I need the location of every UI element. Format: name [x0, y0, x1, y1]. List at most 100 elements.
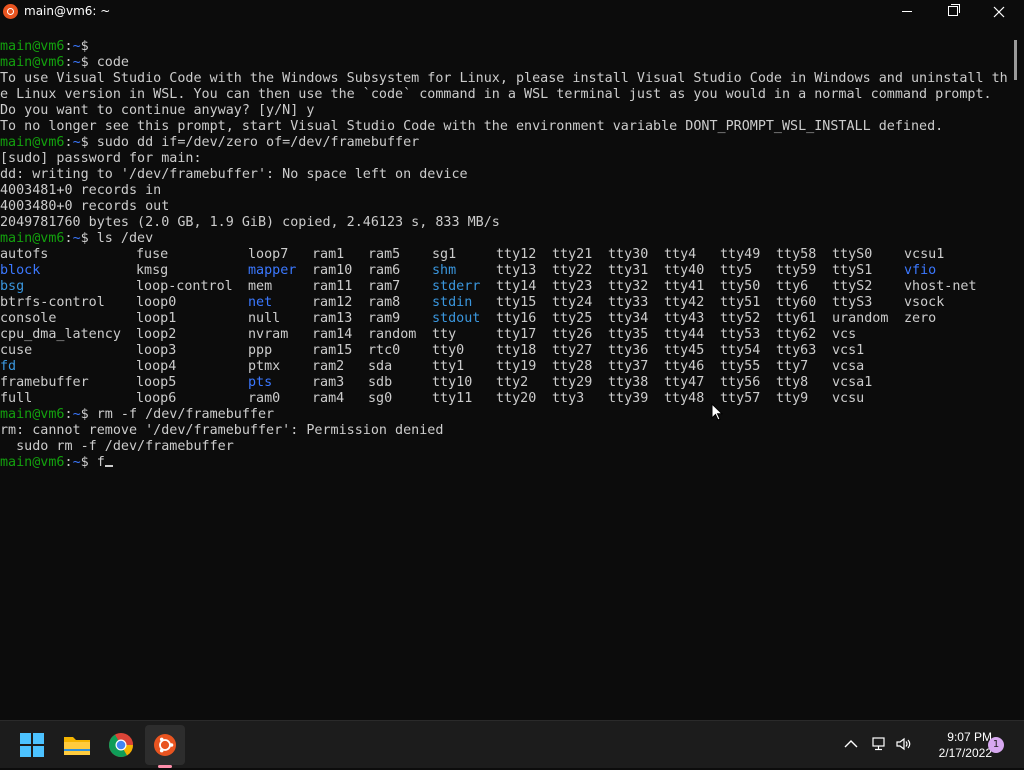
chrome-button[interactable]	[101, 725, 141, 765]
ls-entry: tty32	[608, 279, 649, 294]
ls-entry: tty8	[776, 375, 809, 390]
ls-entry: tty15	[496, 295, 537, 310]
ls-entry: tty35	[608, 327, 649, 342]
prompt-line: main@vm6:~$ rm -f /dev/framebuffer	[0, 407, 1012, 423]
text-cursor	[104, 465, 113, 467]
output-text: e Linux version in WSL. You can then use…	[0, 87, 992, 102]
ls-row: console loop1 null ram13 ram9 stdout tty16 tty2…	[0, 311, 1012, 327]
file-explorer-button[interactable]	[57, 725, 97, 765]
ls-entry: sdb	[368, 375, 393, 390]
ls-entry: console	[0, 311, 57, 326]
close-button[interactable]	[976, 0, 1022, 24]
prompt-line: main@vm6:~$ f	[0, 455, 1012, 471]
ls-entry: tty17	[496, 327, 537, 342]
scrollbar-thumb[interactable]	[1014, 40, 1017, 80]
command-text: f	[88, 455, 105, 470]
ls-entry: tty27	[552, 343, 593, 358]
terminal-line: 4003481+0 records in	[0, 183, 1012, 199]
ls-entry: tty5	[720, 263, 753, 278]
ls-entry: sda	[368, 359, 393, 374]
ls-entry: tty42	[664, 295, 705, 310]
command-text: code	[88, 55, 129, 70]
ls-entry: vcsu1	[904, 247, 945, 262]
title-bar[interactable]: main@vm6: ~	[0, 0, 1024, 24]
ls-entry: ram4	[312, 391, 345, 406]
windows-logo-icon	[20, 733, 44, 757]
ls-entry: tty	[432, 327, 457, 342]
ls-entry: nvram	[248, 327, 289, 342]
mouse-pointer-icon	[711, 403, 723, 421]
volume-icon[interactable]	[895, 735, 913, 753]
ls-entry: tty7	[776, 359, 809, 374]
ls-entry: tty54	[720, 343, 761, 358]
ls-entry: tty62	[776, 327, 817, 342]
output-text: Do you want to continue anyway? [y/N] y	[0, 103, 315, 118]
ubuntu-terminal-button[interactable]	[145, 725, 185, 765]
ls-entry: tty28	[552, 359, 593, 374]
ls-entry: framebuffer	[0, 375, 89, 390]
ls-entry: tty13	[496, 263, 537, 278]
ubuntu-icon	[154, 734, 176, 756]
ls-entry: tty33	[608, 295, 649, 310]
ls-entry: loop4	[136, 359, 177, 374]
minimize-icon	[902, 11, 912, 12]
ls-entry: fd	[0, 359, 17, 374]
prompt-symbol: $	[80, 55, 89, 70]
prompt-separator: :	[64, 455, 73, 470]
prompt-line: main@vm6:~$ ls /dev	[0, 231, 1012, 247]
ls-entry: bsg	[0, 279, 25, 294]
ls-entry: tty45	[664, 343, 705, 358]
maximize-button[interactable]	[930, 0, 976, 24]
network-icon[interactable]	[870, 735, 888, 753]
close-icon	[993, 6, 1005, 18]
output-text: To no longer see this prompt, start Visu…	[0, 119, 944, 134]
ls-entry: sg1	[432, 247, 457, 262]
ls-row: cpu_dma_latency loop2 nvram ram14 random tty t…	[0, 327, 1012, 343]
prompt-separator: :	[64, 407, 73, 422]
prompt-symbol: $	[80, 135, 89, 150]
ls-entry: ram13	[312, 311, 353, 326]
terminal-output[interactable]: main@vm6:~$ main@vm6:~$ code To use Visual…	[0, 39, 1012, 719]
ls-entry: tty60	[776, 295, 817, 310]
output-text: 4003480+0 records out	[0, 199, 170, 214]
terminal-window: main@vm6: ~ main@vm6:~$ main@vm6:~$ code T…	[0, 0, 1024, 720]
ls-entry: ttyS3	[832, 295, 873, 310]
scrollbar[interactable]	[1012, 24, 1024, 720]
ls-entry: tty21	[552, 247, 593, 262]
start-button[interactable]	[12, 725, 52, 765]
ls-entry: tty41	[664, 279, 705, 294]
ls-entry: tty37	[608, 359, 649, 374]
ls-entry: ram0	[248, 391, 281, 406]
ls-row: autofs fuse loop7 ram1 ram5 sg1 tty12 tty21 tty3…	[0, 247, 1012, 263]
ls-entry: ram11	[312, 279, 353, 294]
prompt-path: ~	[72, 39, 81, 54]
ls-row: framebuffer loop5 pts ram3 sdb tty10 tty2 tty29…	[0, 375, 1012, 391]
notification-badge[interactable]: 1	[988, 737, 1004, 753]
prompt-path: ~	[72, 407, 81, 422]
terminal-line: [sudo] password for main:	[0, 151, 1012, 167]
prompt-path: ~	[72, 231, 81, 246]
clock[interactable]: 9:07 PM 2/17/2022	[916, 729, 992, 761]
ls-row: block kmsg mapper ram10 ram6 shm tty13 tty22 tty…	[0, 263, 1012, 279]
ls-row: bsg loop-control mem ram11 ram7 stderr tty14 tt…	[0, 279, 1012, 295]
ls-entry: shm	[432, 263, 457, 278]
ls-entry: tty3	[552, 391, 585, 406]
prompt-symbol: $	[80, 455, 89, 470]
ls-entry: ppp	[248, 343, 273, 358]
prompt-path: ~	[72, 135, 81, 150]
chevron-up-icon[interactable]	[842, 735, 860, 753]
prompt-line: main@vm6:~$ code	[0, 55, 1012, 71]
ls-entry: vcsa1	[832, 375, 873, 390]
terminal-line: 4003480+0 records out	[0, 199, 1012, 215]
ls-entry: mapper	[248, 263, 297, 278]
prompt-symbol: $	[80, 39, 89, 54]
ls-entry: tty44	[664, 327, 705, 342]
ls-entry: ttyS0	[832, 247, 873, 262]
prompt-separator: :	[64, 55, 73, 70]
prompt-line: main@vm6:~$ sudo dd if=/dev/zero of=/dev…	[0, 135, 1012, 151]
minimize-button[interactable]	[884, 0, 930, 24]
ls-entry: tty49	[720, 247, 761, 262]
ls-entry: tty52	[720, 311, 761, 326]
ls-entry: tty12	[496, 247, 537, 262]
ls-entry: tty20	[496, 391, 537, 406]
